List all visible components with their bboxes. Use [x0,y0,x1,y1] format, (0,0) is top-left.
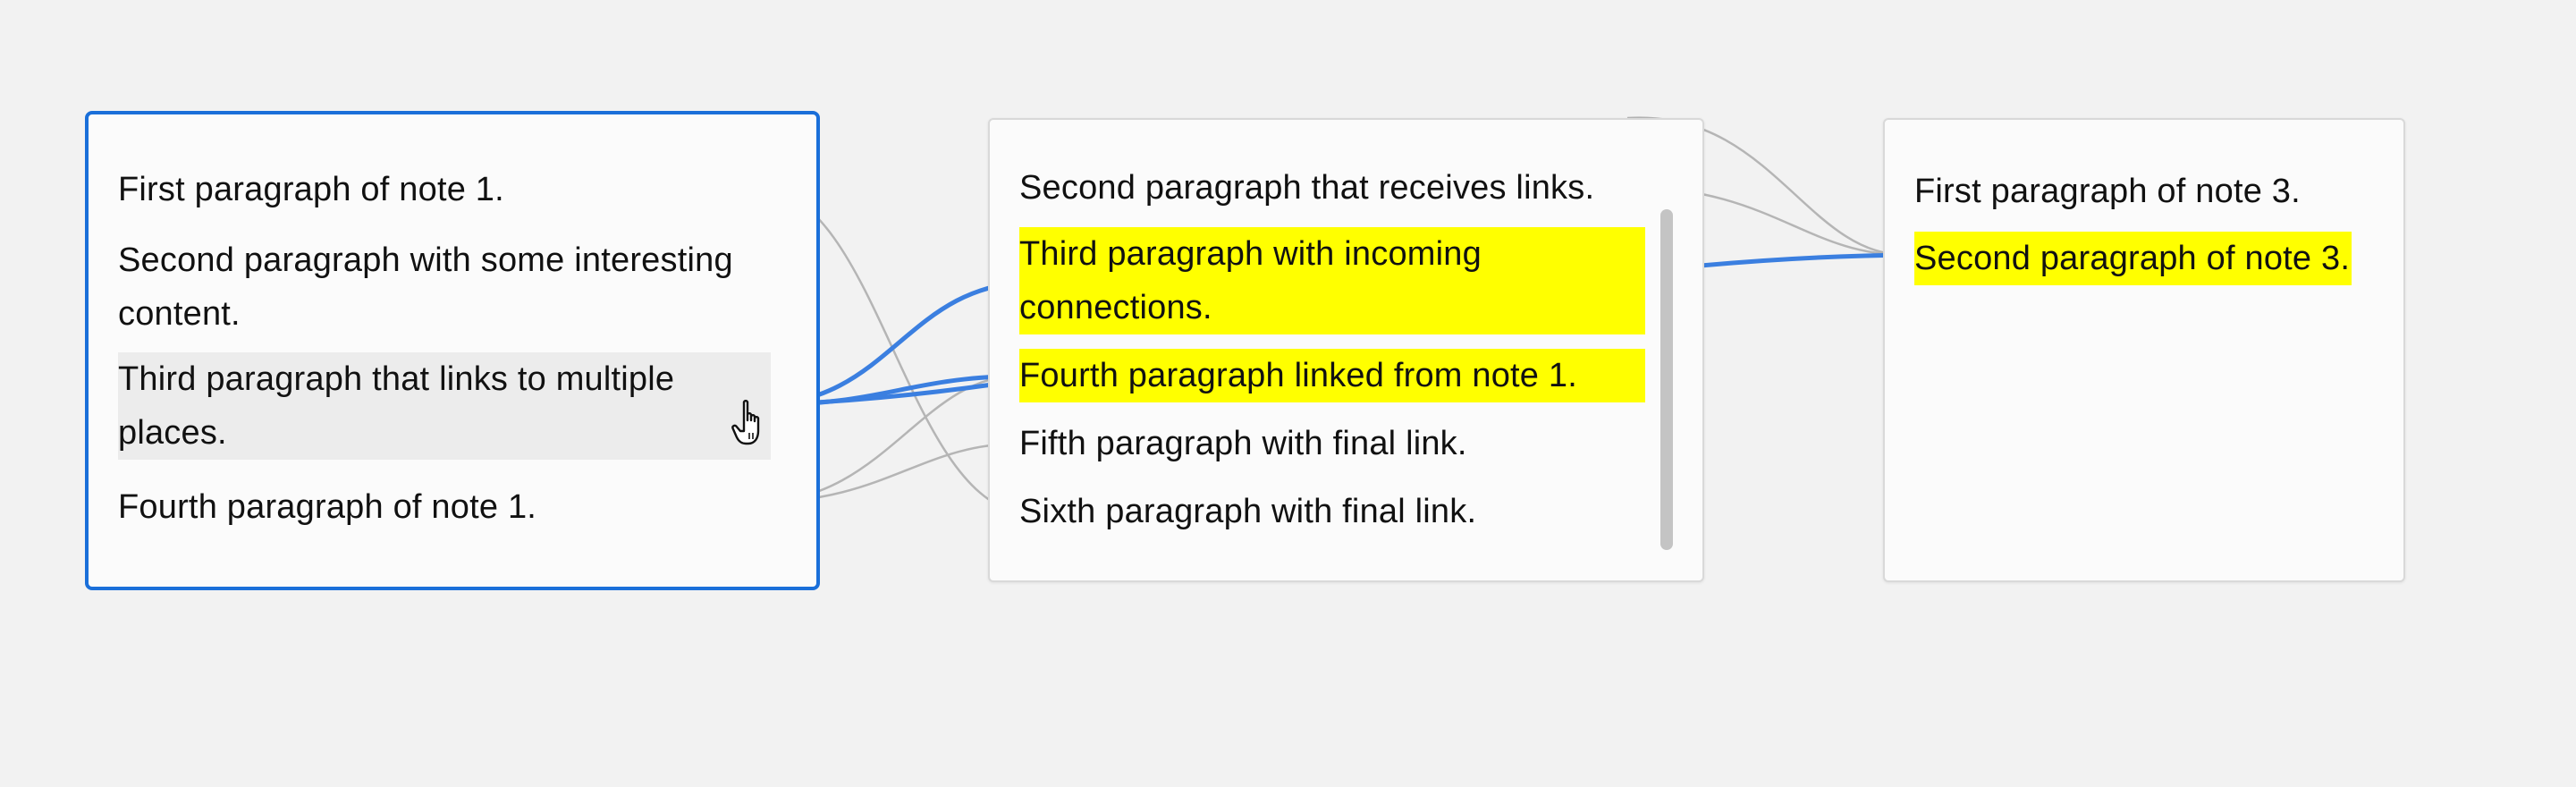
paragraph[interactable]: First paragraph of note 1. [118,163,789,216]
paragraph-highlighted[interactable]: Third paragraph with incoming connection… [1019,227,1645,334]
note-card-1[interactable]: First paragraph of note 1. Second paragr… [85,111,820,590]
canvas: First paragraph of note 1. Second paragr… [0,0,2576,787]
hand-pointer-icon [731,400,760,445]
paragraph[interactable]: Fifth paragraph with final link. [1019,417,1645,470]
note-card-3[interactable]: First paragraph of note 3. Second paragr… [1883,118,2405,582]
note-card-2[interactable]: Second paragraph that receives links. Th… [988,118,1704,582]
paragraph[interactable]: Second paragraph that receives links. [1019,161,1681,215]
paragraph-highlighted[interactable]: Second paragraph of note 3. [1914,232,2352,285]
paragraph[interactable]: Second paragraph with some interesting c… [118,233,789,341]
paragraph[interactable]: Fourth paragraph of note 1. [118,480,771,534]
paragraph[interactable]: Sixth paragraph with final link. [1019,485,1645,538]
paragraph-hovered[interactable]: Third paragraph that links to multiple p… [118,352,771,460]
scrollbar[interactable] [1660,209,1673,550]
paragraph[interactable]: First paragraph of note 3. [1914,165,2379,218]
paragraph-highlighted[interactable]: Fourth paragraph linked from note 1. [1019,349,1645,402]
